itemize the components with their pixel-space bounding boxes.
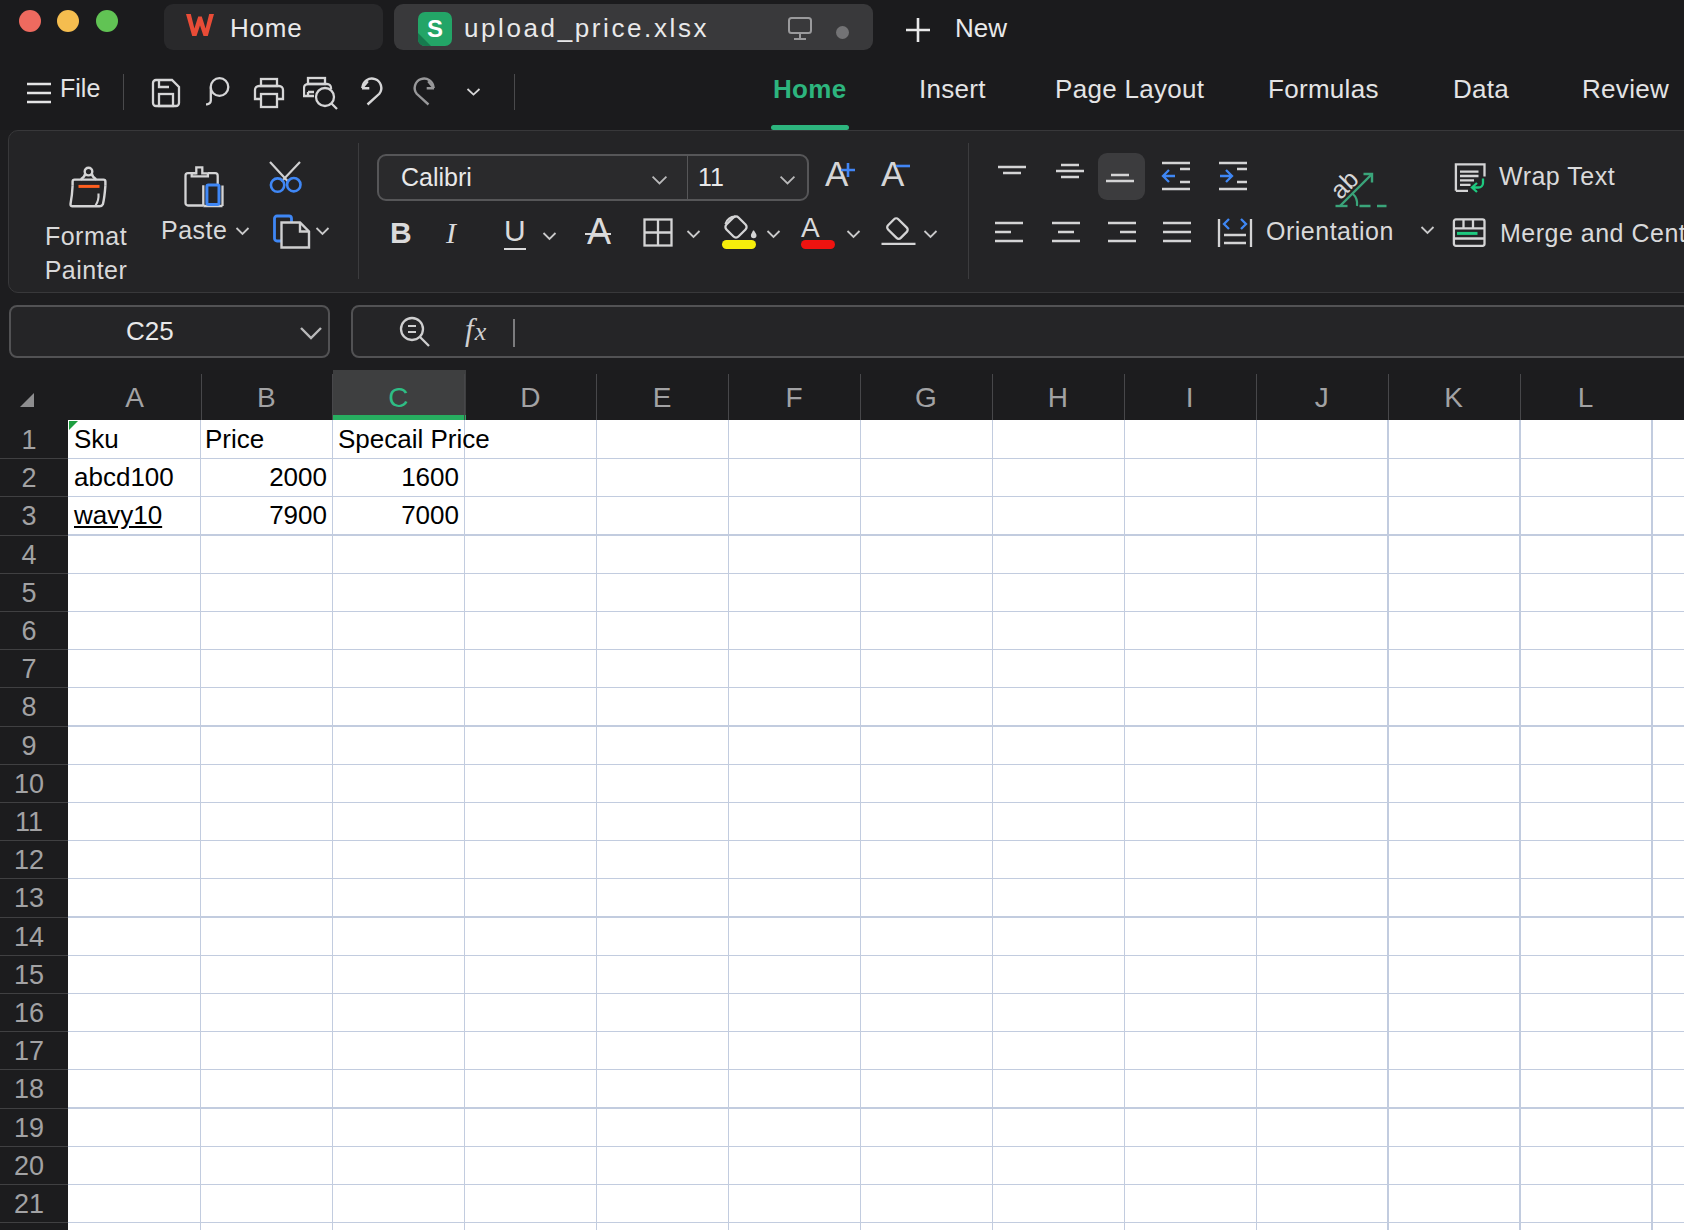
svg-text:ab: ab [1327, 165, 1364, 204]
